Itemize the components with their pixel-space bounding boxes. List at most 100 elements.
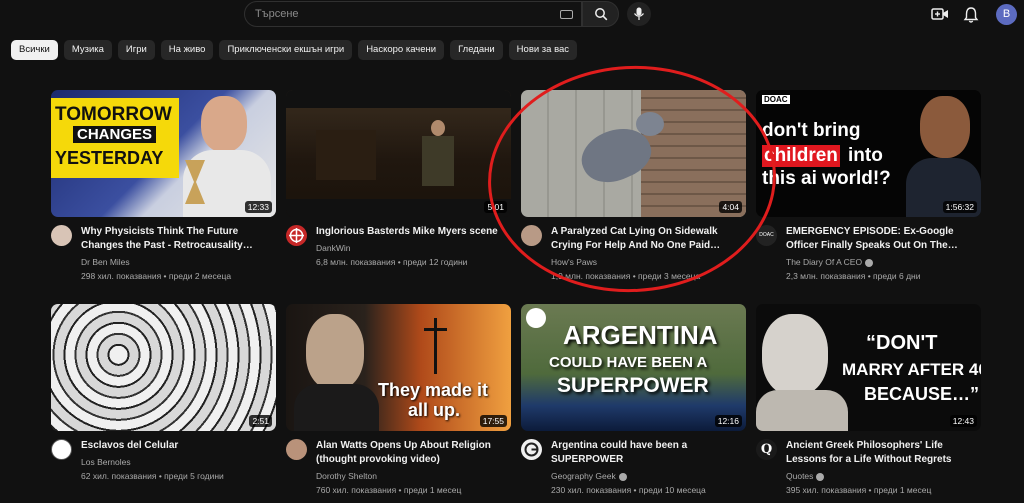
video-thumbnail[interactable]: DOAC don't bring children into this ai w… xyxy=(756,90,981,217)
video-duration: 12:43 xyxy=(949,415,977,427)
table-shape xyxy=(316,130,376,180)
channel-name[interactable]: Dorothy Shelton xyxy=(316,471,377,481)
channel-name[interactable]: The Diary Of A CEO xyxy=(786,257,874,267)
search-button[interactable] xyxy=(582,1,619,27)
thumbnail-text: CHANGES xyxy=(73,126,157,143)
channel-avatar[interactable] xyxy=(51,225,72,246)
video-stats: 230 хил. показвания • преди 10 месеца xyxy=(551,485,706,495)
video-title[interactable]: Inglorious Basterds Mike Myers scene xyxy=(316,225,511,239)
person-figure xyxy=(306,314,364,390)
statue-figure xyxy=(762,314,828,396)
channel-name-text: Quotes xyxy=(786,471,814,481)
mic-icon xyxy=(633,7,645,20)
video-duration: 17:55 xyxy=(479,415,507,427)
video-thumbnail[interactable]: TOMORROW CHANGES YESTERDAY 12:33 xyxy=(51,90,276,217)
channel-avatar[interactable] xyxy=(521,439,542,460)
thumbnail-text: ARGENTINA xyxy=(563,320,718,350)
create-button[interactable] xyxy=(931,6,949,22)
video-title[interactable]: Why Physicists Think The Future Changes … xyxy=(81,225,276,253)
thumbnail-text: COULD HAVE BEEN A xyxy=(549,354,708,371)
channel-name[interactable]: Dr Ben Miles xyxy=(81,257,130,267)
video-thumbnail[interactable]: 2:51 xyxy=(51,304,276,431)
chip-games[interactable]: Игри xyxy=(117,40,155,60)
video-thumbnail[interactable]: 5:01 xyxy=(286,90,511,217)
video-thumbnail[interactable]: ARGENTINA COULD HAVE BEEN A SUPERPOWER 1… xyxy=(521,304,746,431)
channel-avatar[interactable] xyxy=(286,225,307,246)
search-placeholder: Търсене xyxy=(255,8,299,20)
channel-avatar[interactable]: Q xyxy=(756,439,777,460)
channel-name[interactable]: Geography Geek xyxy=(551,471,627,481)
video-stats: 62 хил. показвания • преди 5 години xyxy=(81,471,224,481)
letterbox-bar xyxy=(286,199,511,217)
chip-new-for-you[interactable]: Нови за вас xyxy=(508,40,578,60)
channel-logo-text: Q xyxy=(760,442,773,457)
thumbnail-text: YESTERDAY xyxy=(55,148,164,168)
brick-wall xyxy=(641,90,746,217)
video-duration: 4:04 xyxy=(719,201,742,213)
video-duration: 12:16 xyxy=(714,415,742,427)
person-figure xyxy=(294,384,379,431)
thumbnail-text: TOMORROW xyxy=(55,104,172,125)
channel-logo-icon xyxy=(289,228,304,243)
chip-recently-uploaded[interactable]: Наскоро качени xyxy=(358,40,445,60)
video-duration: 2:51 xyxy=(249,415,272,427)
chip-watched[interactable]: Гледани xyxy=(450,40,503,60)
thumbnail-text: into xyxy=(848,145,883,166)
bell-icon xyxy=(963,7,979,23)
channel-name[interactable]: How's Paws xyxy=(551,257,597,267)
verified-icon xyxy=(618,472,627,481)
video-stats: 395 хил. показвания • преди 1 месец xyxy=(786,485,932,495)
chip-all[interactable]: Всички xyxy=(11,40,58,60)
video-thumbnail[interactable]: They made it all up. 17:55 xyxy=(286,304,511,431)
thumbnail-text: don't bring xyxy=(762,120,861,141)
video-title[interactable]: Argentina could have been a SUPERPOWER xyxy=(551,439,746,467)
video-plus-icon xyxy=(931,8,948,20)
video-stats: 760 хил. показвания • преди 1 месец xyxy=(316,485,462,495)
person-figure xyxy=(920,96,970,158)
channel-avatar[interactable]: DOAC xyxy=(756,225,777,246)
video-duration: 5:01 xyxy=(484,201,507,213)
video-title[interactable]: Esclavos del Celular xyxy=(81,439,276,453)
video-title[interactable]: A Paralyzed Cat Lying On Sidewalk Crying… xyxy=(551,225,746,253)
video-stats: 6,8 млн. показвания • преди 12 години xyxy=(316,257,468,267)
thumbnail-text: children xyxy=(762,145,840,167)
channel-logo-text: DOAC xyxy=(759,232,774,238)
video-title[interactable]: Alan Watts Opens Up About Religion (thou… xyxy=(316,439,511,467)
channel-name[interactable]: Quotes xyxy=(786,471,825,481)
notifications-button[interactable] xyxy=(962,6,980,24)
channel-name-text: Geography Geek xyxy=(551,471,616,481)
video-thumbnail[interactable]: “DON'T MARRY AFTER 40, BECAUSE…” 12:43 xyxy=(756,304,981,431)
thumbnail-logo: DOAC xyxy=(762,95,790,104)
channel-watermark xyxy=(526,308,546,328)
channel-logo-icon xyxy=(524,442,539,457)
video-duration: 12:33 xyxy=(244,201,272,213)
video-title[interactable]: Ancient Greek Philosophers' Life Lessons… xyxy=(786,439,981,467)
voice-search-button[interactable] xyxy=(627,2,651,26)
video-title[interactable]: EMERGENCY EPISODE: Ex-Google Officer Fin… xyxy=(786,225,981,253)
thumbnail-text: They made it xyxy=(378,380,489,400)
thumbnail-text: BECAUSE…” xyxy=(864,384,980,404)
channel-name[interactable]: Los Bernoles xyxy=(81,457,131,467)
channel-avatar[interactable] xyxy=(51,439,72,460)
channel-name-text: The Diary Of A CEO xyxy=(786,257,863,267)
channel-name[interactable]: DankWin xyxy=(316,243,350,253)
keyboard-icon[interactable] xyxy=(560,10,573,19)
search-input[interactable]: Търсене xyxy=(244,1,582,27)
chip-live[interactable]: На живо xyxy=(160,40,214,60)
chip-action-adventure[interactable]: Приключенски екшън игри xyxy=(219,40,353,60)
video-thumbnail[interactable]: 4:04 xyxy=(521,90,746,217)
cross-icon xyxy=(424,328,447,331)
top-bar: Търсене B xyxy=(0,0,1024,34)
verified-icon xyxy=(865,258,874,267)
channel-avatar[interactable] xyxy=(521,225,542,246)
thumbnail-text: “DON'T xyxy=(866,332,938,354)
thumbnail-text: SUPERPOWER xyxy=(557,374,709,397)
verified-icon xyxy=(816,472,825,481)
thumbnail-text: this ai world!? xyxy=(762,168,891,189)
thumbnail-text: MARRY AFTER 40, xyxy=(842,360,981,379)
channel-avatar[interactable] xyxy=(286,439,307,460)
chip-music[interactable]: Музика xyxy=(63,40,112,60)
statue-figure xyxy=(756,390,848,431)
search-icon xyxy=(595,8,608,21)
account-avatar[interactable]: B xyxy=(996,4,1017,25)
